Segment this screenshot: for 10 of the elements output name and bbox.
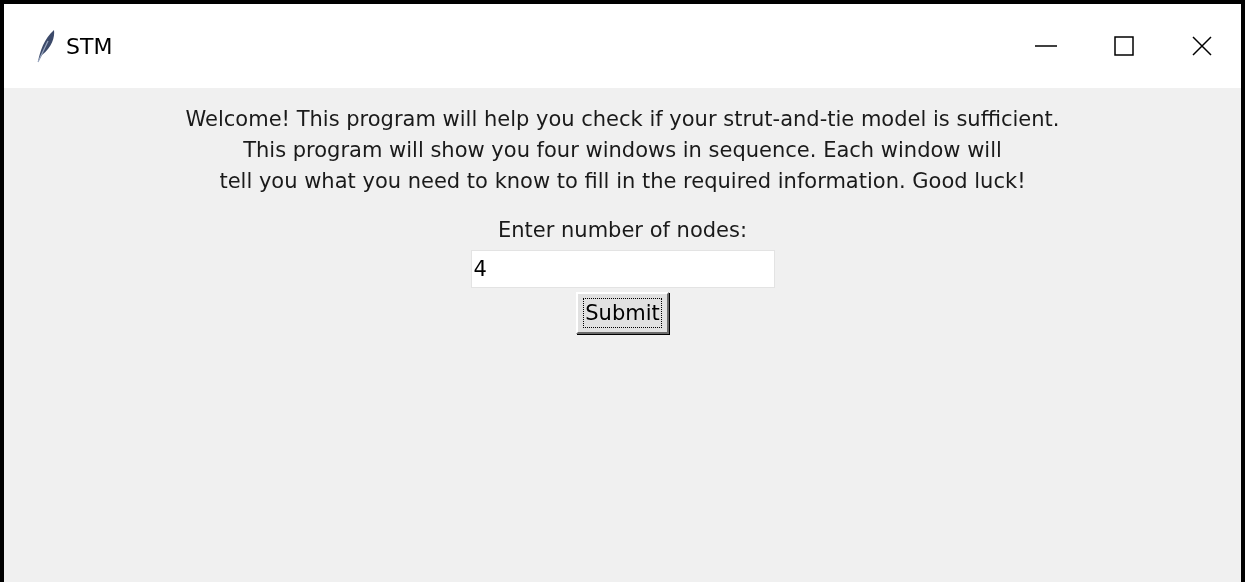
submit-button[interactable]: Submit bbox=[576, 292, 669, 334]
close-icon bbox=[1191, 35, 1213, 57]
nodes-input-field[interactable]: 4 bbox=[470, 250, 775, 288]
minimize-icon bbox=[1035, 45, 1057, 47]
maximize-icon bbox=[1113, 35, 1135, 57]
window-title: STM bbox=[66, 33, 113, 59]
intro-text: Welcome! This program will help you check if your strut-and-tie model is sufficient. bbox=[185, 106, 1060, 133]
field-label: Enter number of nodes: bbox=[498, 217, 747, 244]
intro-text: This program will show you four windows in sequence. Each window will bbox=[243, 137, 1002, 164]
intro-text: tell you what you need to know to fill in the required information. Good luck! bbox=[219, 168, 1026, 195]
